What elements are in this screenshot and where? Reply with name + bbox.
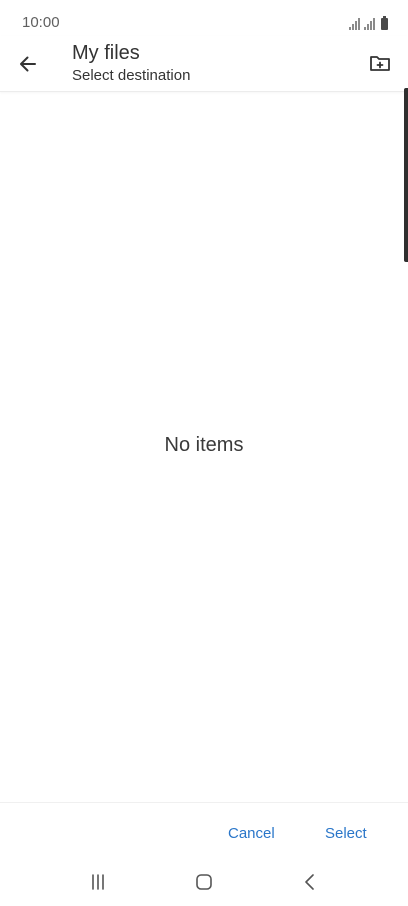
empty-state-message: No items xyxy=(164,434,244,456)
recents-button[interactable] xyxy=(84,870,112,894)
title-block: My files Select destination xyxy=(72,42,190,85)
system-back-button[interactable] xyxy=(296,870,324,894)
new-folder-button[interactable] xyxy=(364,49,396,77)
home-icon xyxy=(196,874,212,890)
status-time: 10:00 xyxy=(22,14,60,31)
page-title: My files xyxy=(72,42,140,64)
page-subtitle: Select destination xyxy=(72,67,191,84)
home-button[interactable] xyxy=(190,870,218,894)
app-bar: My files Select destination xyxy=(0,36,408,92)
select-button[interactable]: Select xyxy=(319,821,373,846)
bottom-actions: Cancel Select xyxy=(0,802,408,859)
signal-icon xyxy=(364,18,375,30)
scrollbar[interactable] xyxy=(404,88,408,262)
new-folder-icon xyxy=(370,56,390,71)
battery-icon xyxy=(381,16,388,30)
back-button[interactable] xyxy=(12,48,44,80)
recents-icon xyxy=(92,874,104,890)
signal-icon xyxy=(349,18,360,30)
arrow-left-icon xyxy=(20,56,36,72)
status-icons xyxy=(349,14,388,30)
back-chevron-icon xyxy=(305,874,314,890)
cancel-button[interactable]: Cancel xyxy=(222,821,281,846)
navigation-bar xyxy=(0,858,408,906)
screen: 10:00 My files Select destination No ite… xyxy=(0,0,408,906)
